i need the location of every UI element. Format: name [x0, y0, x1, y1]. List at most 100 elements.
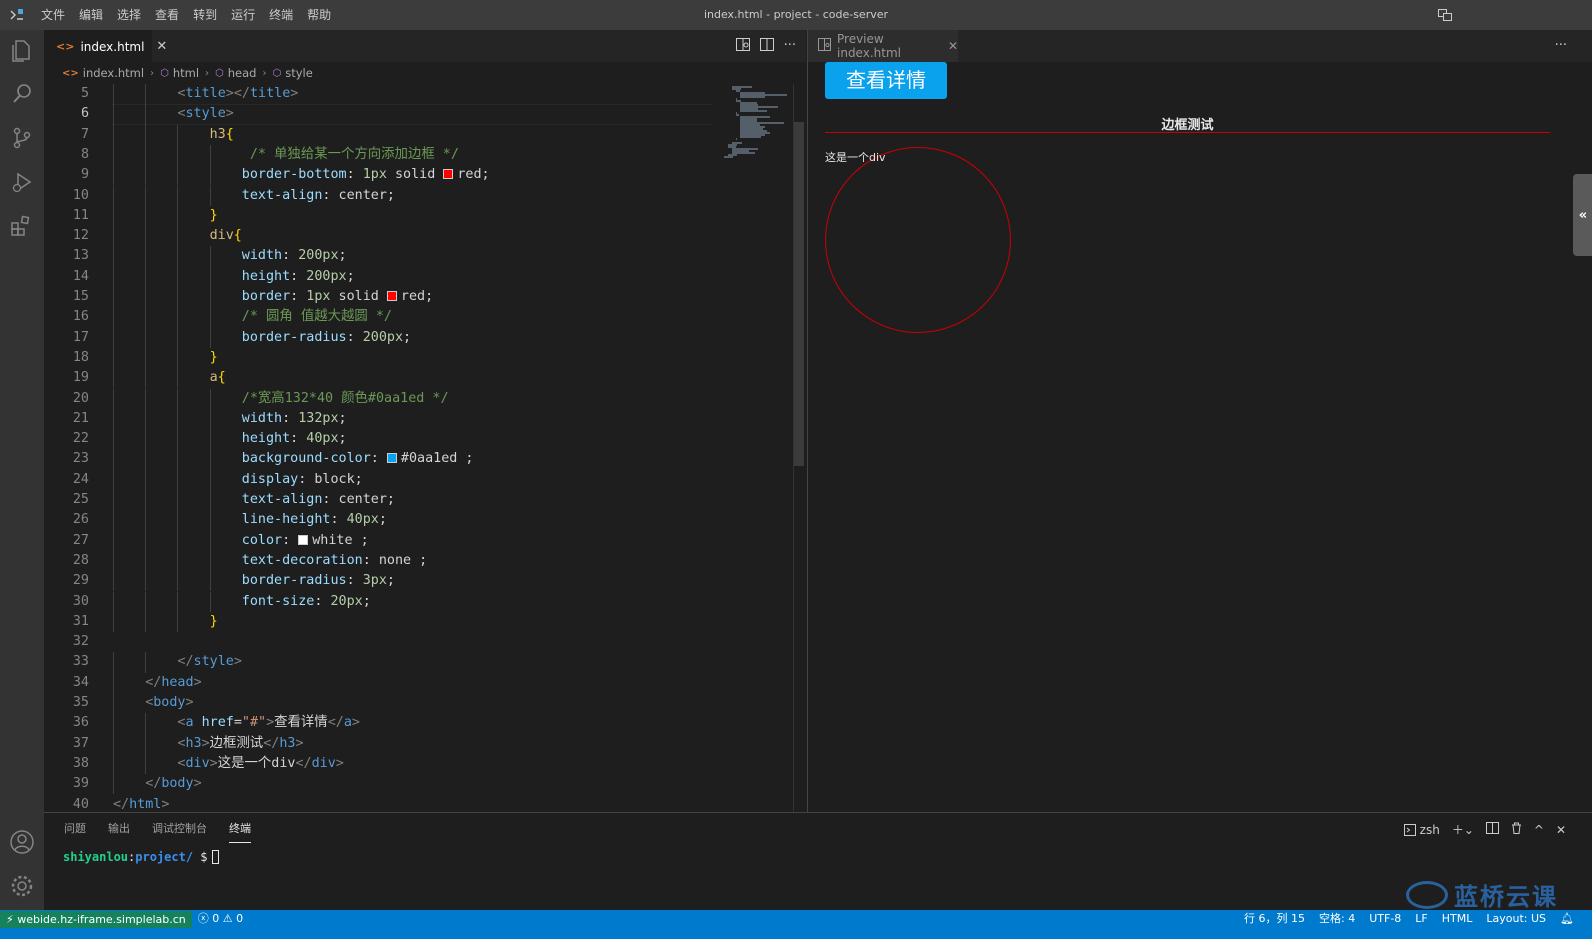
- menu-item[interactable]: 终端: [262, 0, 300, 30]
- indent-guide: [209, 429, 211, 450]
- search-icon[interactable]: [8, 80, 36, 108]
- layout-toggle-icon[interactable]: [1438, 9, 1452, 21]
- tab-index-html[interactable]: <> index.html ✕: [44, 30, 167, 62]
- view-details-link[interactable]: 查看详情: [825, 62, 947, 99]
- remote-host: webide.hz-iframe.simplelab.cn: [17, 913, 186, 926]
- manage-gear-icon[interactable]: [8, 872, 36, 900]
- maximize-panel-icon[interactable]: ^: [1534, 823, 1544, 837]
- notifications-bell-icon[interactable]: 🔔︎: [1560, 910, 1574, 928]
- language-mode[interactable]: HTML: [1442, 910, 1473, 928]
- breadcrumb-item[interactable]: head: [228, 66, 257, 80]
- code-token: : center;: [322, 492, 395, 507]
- terminal-prompt[interactable]: shiyanlou:project/ $: [63, 850, 219, 864]
- indent-guide: [113, 469, 114, 490]
- symbol-element-icon: ⬡: [160, 67, 169, 79]
- color-swatch[interactable]: [298, 534, 309, 545]
- panel-tab[interactable]: 终端: [229, 813, 251, 845]
- explorer-icon[interactable]: [8, 36, 36, 64]
- terminal-cursor: [211, 850, 219, 864]
- code-line: 35 <body>: [44, 693, 734, 714]
- terminal-shell-selector[interactable]: zsh: [1403, 823, 1440, 837]
- open-preview-icon[interactable]: [735, 38, 750, 55]
- problems-indicator[interactable]: ⓧ 0 ⚠ 0: [192, 910, 243, 928]
- breadcrumb-item[interactable]: html: [173, 66, 199, 80]
- code-token: }: [209, 613, 218, 629]
- code-token: {: [225, 126, 234, 142]
- preview-more-icon[interactable]: ···: [1555, 38, 1567, 53]
- indent-guide: [145, 307, 147, 328]
- tab-close-icon[interactable]: ✕: [156, 39, 167, 54]
- close-panel-icon[interactable]: ✕: [1556, 823, 1566, 837]
- collapse-handle-icon[interactable]: «: [1573, 174, 1592, 256]
- indent-guide: [145, 347, 147, 369]
- code-editor[interactable]: 5 <title></title> 6 <style> 7 h3{8 /* 单独给某一个方…: [44, 84, 806, 812]
- menu-item[interactable]: 转到: [186, 0, 224, 30]
- indent-guide: [177, 124, 179, 145]
- minimap[interactable]: [720, 84, 792, 164]
- remote-indicator[interactable]: ⚡ webide.hz-iframe.simplelab.cn: [0, 911, 192, 928]
- title-bar: 文件 编辑 选择 查看 转到 运行 终端 帮助 index.html - project - …: [0, 0, 1592, 30]
- minimap-line: [740, 110, 768, 112]
- code-token: >: [290, 86, 299, 101]
- account-icon[interactable]: [8, 828, 36, 856]
- kill-terminal-icon[interactable]: [1511, 822, 1522, 837]
- indent-guide: [113, 530, 114, 551]
- line-number: 29: [72, 573, 89, 589]
- keyboard-layout[interactable]: Layout: US: [1486, 910, 1546, 928]
- extensions-icon[interactable]: [8, 212, 36, 240]
- source-control-icon[interactable]: [8, 124, 36, 152]
- code-token: border-bottom: [241, 167, 347, 183]
- preview-tab-close-icon[interactable]: ✕: [948, 39, 958, 53]
- code-token: </: [113, 796, 130, 812]
- encoding[interactable]: UTF-8: [1369, 910, 1401, 928]
- menu-item[interactable]: 文件: [34, 0, 72, 30]
- panel-tab[interactable]: 输出: [108, 813, 130, 845]
- minimap-line: [740, 96, 765, 98]
- code-line: 33 </style>: [44, 652, 734, 673]
- indent-guide: [113, 165, 114, 186]
- split-editor-icon[interactable]: [759, 38, 774, 55]
- breadcrumb-item[interactable]: style: [285, 66, 313, 80]
- indent-guide: [145, 205, 147, 227]
- end-of-line[interactable]: LF: [1415, 910, 1427, 928]
- color-swatch[interactable]: [386, 453, 397, 464]
- code-token: 这是一个div: [217, 755, 296, 771]
- more-actions-icon[interactable]: ···: [784, 38, 796, 55]
- editor-scrollbar[interactable]: [794, 122, 804, 466]
- panel-tab[interactable]: 调试控制台: [152, 813, 207, 845]
- code-text: h3{: [210, 125, 234, 145]
- code-token: h3: [185, 735, 202, 751]
- split-terminal-icon[interactable]: [1485, 822, 1499, 837]
- code-token: line-height: [241, 512, 331, 528]
- tab-preview[interactable]: Preview index.html ✕: [808, 30, 958, 62]
- menu-item[interactable]: 运行: [224, 0, 262, 30]
- color-swatch[interactable]: [386, 291, 397, 301]
- code-token: >: [161, 796, 170, 812]
- indentation[interactable]: 空格: 4: [1319, 910, 1355, 928]
- menu-item[interactable]: 选择: [110, 0, 148, 30]
- code-token: a: [185, 715, 194, 731]
- code-text: }: [210, 612, 218, 632]
- code-token: #0aa1ed ;: [400, 451, 474, 467]
- menu-item[interactable]: 查看: [148, 0, 186, 30]
- code-text: text-align: center;: [242, 490, 395, 510]
- menu-item[interactable]: 帮助: [300, 0, 338, 30]
- panel-tab[interactable]: 问题: [64, 813, 86, 845]
- indent-guide: [113, 84, 114, 105]
- code-token: div: [185, 755, 210, 771]
- indent-guide: [113, 246, 114, 267]
- breadcrumb-item[interactable]: index.html: [83, 66, 144, 80]
- code-text: height: 200px;: [242, 267, 355, 287]
- indent-guide: [177, 347, 179, 369]
- code-token: >: [233, 654, 242, 670]
- menu-item[interactable]: 编辑: [72, 0, 110, 30]
- run-debug-icon[interactable]: [8, 168, 36, 196]
- new-terminal-icon[interactable]: ＋⌄: [1452, 821, 1474, 838]
- indent-guide: [145, 733, 147, 754]
- code-token: /*宽高132*40 颜色#0aa1ed */: [241, 390, 449, 406]
- indent-guide: [145, 327, 147, 348]
- cursor-position[interactable]: 行 6，列 15: [1244, 910, 1305, 928]
- indent-guide: [113, 713, 114, 734]
- code-token: </: [145, 674, 162, 690]
- color-swatch[interactable]: [443, 169, 454, 180]
